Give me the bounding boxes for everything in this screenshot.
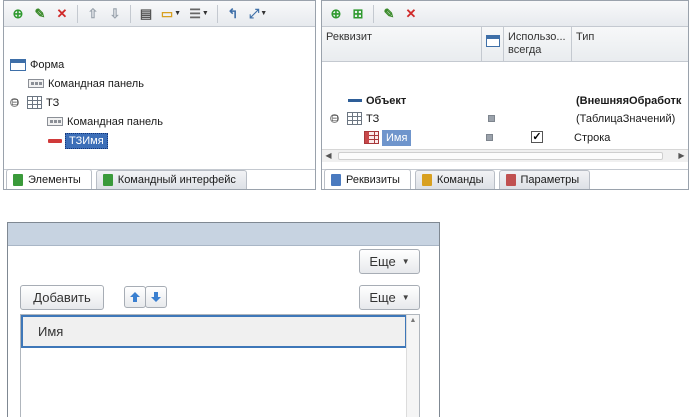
delete-icon[interactable]: ✕ xyxy=(401,4,421,24)
command-interface-tab-icon xyxy=(102,174,113,186)
form-view-icon xyxy=(486,35,500,47)
zoom-icon[interactable]: ⤢ ▼ xyxy=(245,4,271,24)
toolbar-separator xyxy=(373,4,374,23)
command-bar-icon xyxy=(28,79,44,88)
move-up-button[interactable] xyxy=(124,286,146,308)
requisite-name: Имя xyxy=(382,129,412,146)
tab-requisites[interactable]: Реквизиты xyxy=(324,169,411,189)
column-header-view[interactable] xyxy=(482,27,504,62)
form-preview: Еще ▼ Добавить Еще ▼ Имя ▲ xyxy=(7,222,440,417)
requisite-type: (ВнешняяОбработк xyxy=(576,94,682,107)
form-icon xyxy=(10,58,26,71)
more-button-label: Еще xyxy=(369,254,396,269)
add-requisite-icon[interactable]: ⊕ xyxy=(326,4,346,24)
tree-item-label: Командная панель xyxy=(48,77,144,90)
requisites-panel: ⊕ ⊞ ✎ ✕ Реквизит Использо... всегда Тип … xyxy=(321,0,689,190)
parameters-tab-icon xyxy=(505,174,516,186)
tree-item-tz-command-bar[interactable]: Командная панель xyxy=(47,112,163,131)
column-header-name[interactable]: Имя xyxy=(21,315,407,348)
requisites-grid-header: Реквизит Использо... всегда Тип xyxy=(322,27,688,62)
requisite-row-tz[interactable]: ⊟ ТЗ (ТаблицаЗначений) xyxy=(330,109,688,128)
tree-item-label: Форма xyxy=(30,58,65,71)
add-icon[interactable]: ⊕ xyxy=(8,4,28,24)
requisite-row-name[interactable]: Имя ✓ Строка xyxy=(364,128,688,147)
tab-elements[interactable]: Элементы xyxy=(6,169,92,189)
requisite-row-object[interactable]: Объект (ВнешняяОбработк xyxy=(348,91,688,110)
more-button[interactable]: Еще ▼ xyxy=(359,285,420,310)
more-button-label: Еще xyxy=(369,290,396,305)
toolbar-separator xyxy=(77,4,78,23)
tab-label: Элементы xyxy=(28,173,81,186)
value-table[interactable]: Имя ▲ xyxy=(20,314,420,417)
edit-icon[interactable]: ✎ xyxy=(30,4,50,24)
vertical-scrollbar[interactable]: ▲ xyxy=(406,315,419,417)
add-column-icon[interactable]: ⊞ xyxy=(348,4,368,24)
attribute-icon xyxy=(348,99,362,102)
elements-toolbar: ⊕ ✎ ✕ ⇧ ⇩ ▤ ▭ ▼ ☰ ▼ ↰ ⤢ ▼ xyxy=(4,1,315,27)
requisite-type: Строка xyxy=(574,131,611,144)
add-button[interactable]: Добавить xyxy=(20,285,104,310)
column-header-type[interactable]: Тип xyxy=(572,27,688,62)
requisites-toolbar: ⊕ ⊞ ✎ ✕ xyxy=(322,1,688,27)
tree-item-tz-name[interactable]: ТЗИмя xyxy=(48,131,108,150)
scroll-left-icon[interactable]: ◀ xyxy=(322,150,335,162)
move-down-icon[interactable]: ⇩ xyxy=(105,4,125,24)
scroll-up-icon[interactable]: ▲ xyxy=(407,315,419,327)
tree-item-command-bar[interactable]: Командная панель xyxy=(28,74,144,93)
tab-parameters[interactable]: Параметры xyxy=(498,170,591,189)
collapse-icon[interactable]: ⊟ xyxy=(10,98,19,107)
edit-icon[interactable]: ✎ xyxy=(379,4,399,24)
tab-label: Командный интерфейс xyxy=(117,174,236,186)
tree-item-label: Командная панель xyxy=(67,115,163,128)
tree-item-tz[interactable]: ⊟ ТЗ xyxy=(10,93,59,112)
chevron-down-icon: ▼ xyxy=(401,257,410,266)
use-always-checkbox[interactable]: ✓ xyxy=(531,131,543,143)
move-up-icon[interactable]: ⇧ xyxy=(83,4,103,24)
requisite-type: (ТаблицаЗначений) xyxy=(576,112,676,125)
arrow-down-icon xyxy=(151,292,161,302)
tab-commands[interactable]: Команды xyxy=(414,170,495,189)
field-icon xyxy=(48,138,62,143)
left-tabs: Элементы Командный интерфейс xyxy=(4,169,315,189)
requisite-name: ТЗ xyxy=(366,112,380,125)
tree-item-form[interactable]: Форма xyxy=(10,55,64,74)
chevron-down-icon: ▼ xyxy=(401,293,410,302)
scroll-right-icon[interactable]: ▶ xyxy=(675,150,688,162)
move-down-button[interactable] xyxy=(145,286,167,308)
view-flag[interactable] xyxy=(488,115,495,122)
more-button-top[interactable]: Еще ▼ xyxy=(359,249,420,274)
column-header-use-always[interactable]: Использо... всегда xyxy=(504,27,572,62)
layout-icon[interactable]: ☰ ▼ xyxy=(186,4,212,24)
tree-item-label: ТЗ xyxy=(46,96,60,109)
horizontal-scrollbar[interactable]: ◀ ▶ xyxy=(322,149,688,162)
toolbar-separator xyxy=(217,4,218,23)
toolbar-separator xyxy=(130,4,131,23)
link-icon[interactable]: ↰ xyxy=(223,4,243,24)
collapse-icon[interactable]: ⊟ xyxy=(330,114,339,123)
requisites-tab-icon xyxy=(331,173,341,186)
arrow-up-icon xyxy=(130,292,140,302)
table-icon xyxy=(27,96,42,109)
add-button-label: Добавить xyxy=(33,290,91,305)
form-elements-panel: ⊕ ✎ ✕ ⇧ ⇩ ▤ ▭ ▼ ☰ ▼ ↰ ⤢ ▼ Форма Командная п… xyxy=(3,0,316,190)
commands-tab-icon xyxy=(421,174,432,186)
delete-icon[interactable]: ✕ xyxy=(52,4,72,24)
tab-label: Реквизиты xyxy=(346,173,400,186)
column-icon xyxy=(364,131,379,144)
scrollbar-thumb[interactable] xyxy=(338,152,663,160)
form-header-bar xyxy=(8,223,439,246)
tab-command-interface[interactable]: Командный интерфейс xyxy=(95,170,247,189)
tab-label: Параметры xyxy=(520,174,580,186)
right-tabs: Реквизиты Команды Параметры xyxy=(322,169,688,189)
properties-icon[interactable]: ▤ xyxy=(136,4,156,24)
elements-tab-icon xyxy=(13,173,23,186)
tree-item-label-selected: ТЗИмя xyxy=(65,132,108,149)
tab-label: Команды xyxy=(436,174,484,186)
form-view-icon[interactable]: ▭ ▼ xyxy=(158,4,184,24)
requisite-name: Объект xyxy=(366,94,407,107)
table-icon xyxy=(347,112,362,125)
view-flag[interactable] xyxy=(486,134,493,141)
column-header-requisite[interactable]: Реквизит xyxy=(322,27,482,62)
command-bar-icon xyxy=(47,117,63,126)
